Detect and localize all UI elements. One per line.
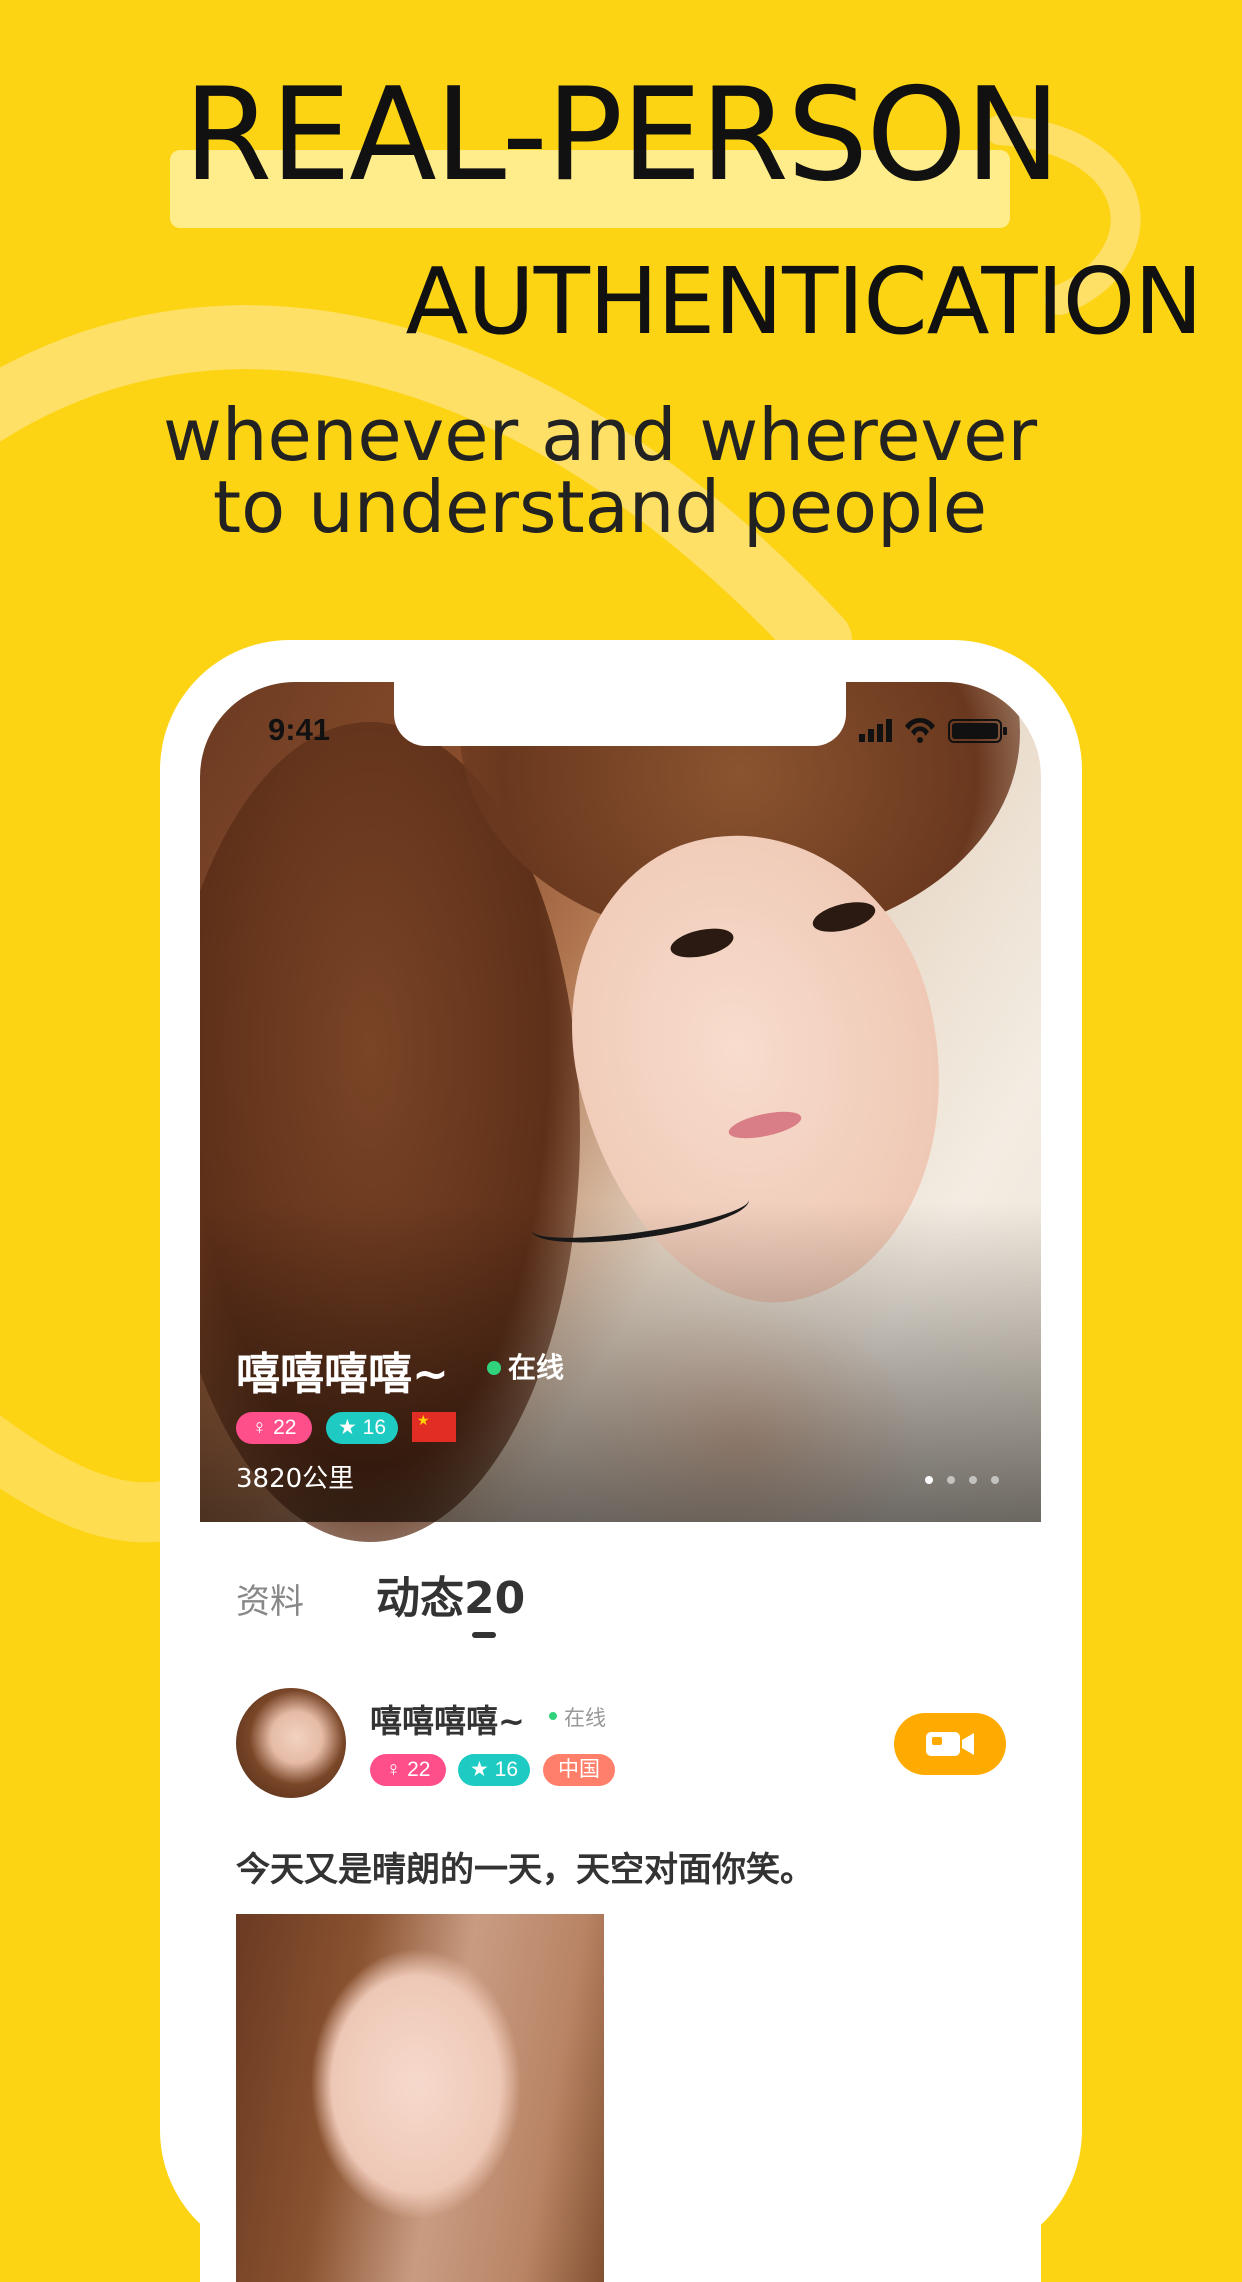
- pager-dot[interactable]: [991, 1476, 999, 1484]
- pager-dot[interactable]: [947, 1476, 955, 1484]
- headline-subtitle: AUTHENTICATION: [405, 248, 1203, 355]
- post-level-tag: ★ 16: [458, 1754, 530, 1786]
- tab-moments[interactable]: 动态20: [376, 1562, 525, 1626]
- profile-tabs: 资料 动态20: [236, 1562, 1016, 1652]
- post-author-name: 嘻嘻嘻嘻~: [370, 1702, 525, 1740]
- phone-notch: [394, 682, 846, 746]
- distance: 3820公里: [236, 1464, 355, 1494]
- status-time: 9:41: [268, 712, 331, 747]
- photo-pager[interactable]: [911, 1469, 999, 1488]
- video-camera-icon: [926, 1732, 974, 1756]
- level-tag: ★ 16: [326, 1412, 398, 1444]
- female-icon: ♀: [251, 1416, 268, 1439]
- female-icon: ♀: [385, 1758, 402, 1781]
- pager-dot[interactable]: [969, 1476, 977, 1484]
- pager-dot[interactable]: [925, 1476, 933, 1484]
- post-country-tag: 中国: [543, 1754, 615, 1786]
- avatar[interactable]: [236, 1688, 346, 1798]
- post-age-tag: ♀ 22: [370, 1754, 446, 1786]
- post-text: 今天又是晴朗的一天，天空对面你笑。: [236, 1850, 814, 1890]
- active-tab-indicator: [472, 1632, 496, 1638]
- video-call-button[interactable]: [894, 1713, 1006, 1775]
- star-icon: ★: [337, 1416, 357, 1439]
- post-online-dot: [549, 1712, 557, 1720]
- phone-screen: 9:41 嘻嘻嘻嘻~ 在线 ♀ 22 ★ 16 ★ 3820公里 资料 动态20…: [200, 682, 1041, 2282]
- wifi-icon: [905, 717, 935, 743]
- post-photo[interactable]: [236, 1914, 604, 2282]
- profile-name: 嘻嘻嘻嘻~: [236, 1349, 449, 1400]
- tagline-line-1: whenever and wherever: [162, 393, 1038, 477]
- tagline-line-2: to understand people: [212, 465, 988, 549]
- star-icon: ★: [469, 1758, 489, 1781]
- online-status: 在线: [508, 1351, 565, 1384]
- post-online-status: 在线: [564, 1706, 606, 1730]
- status-icons: [859, 717, 1007, 743]
- signal-icon: [859, 719, 892, 742]
- online-status-dot: [487, 1361, 501, 1375]
- headline-title: REAL-PERSON: [183, 61, 1060, 210]
- battery-icon: [948, 719, 1007, 743]
- china-flag-icon: ★: [412, 1412, 456, 1442]
- tab-profile-info[interactable]: 资料: [236, 1574, 304, 1623]
- age-tag: ♀ 22: [236, 1412, 312, 1444]
